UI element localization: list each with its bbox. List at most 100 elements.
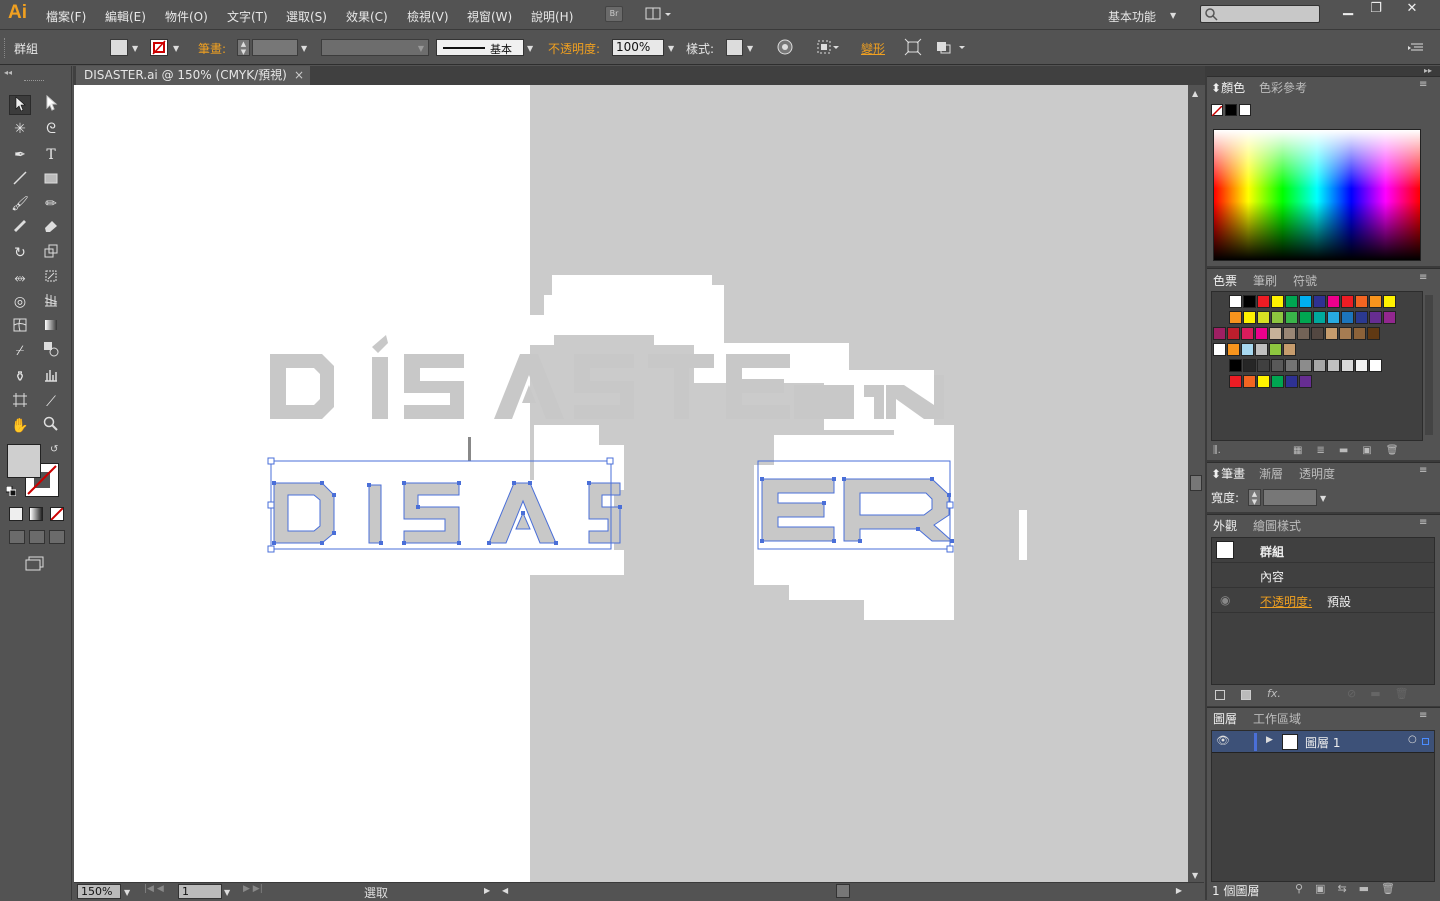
document-tab[interactable]: DISASTER.ai @ 150% (CMYK/預視) ×	[76, 66, 310, 85]
color-swatch[interactable]	[1355, 295, 1368, 308]
type-tool[interactable]: T	[40, 145, 62, 165]
layer-target-icon[interactable]: ○	[1408, 734, 1417, 745]
color-swatch[interactable]	[1243, 295, 1256, 308]
visibility-eye-icon[interactable]: ◉	[1220, 593, 1230, 607]
color-panel-menu-icon[interactable]: ≡	[1419, 79, 1427, 90]
workspace-switcher[interactable]: 基本功能	[1108, 8, 1156, 25]
style-dropdown-icon[interactable]: ▼	[747, 44, 753, 53]
screen-mode-button[interactable]	[24, 556, 46, 572]
layer-expand-icon[interactable]: ▶	[1266, 735, 1273, 745]
color-mode-button[interactable]	[9, 507, 23, 521]
line-segment-tool[interactable]	[9, 170, 31, 190]
menu-object[interactable]: 物件(O)	[165, 8, 208, 25]
profile-dropdown-icon[interactable]: ▼	[418, 44, 424, 53]
color-swatch[interactable]	[1229, 295, 1242, 308]
appearance-menu-icon[interactable]: ≡	[1419, 517, 1427, 528]
color-swatch[interactable]	[1271, 359, 1284, 372]
dock-collapse-icon[interactable]: ▸▸	[1424, 66, 1432, 75]
color-swatch[interactable]	[1243, 375, 1256, 388]
zoom-tool[interactable]	[40, 416, 62, 436]
color-swatch[interactable]	[1369, 295, 1382, 308]
color-swatch[interactable]	[1283, 343, 1296, 356]
color-swatch[interactable]	[1369, 359, 1382, 372]
hand-tool[interactable]: ✋	[9, 416, 31, 436]
width-tool[interactable]: ⥈	[9, 268, 31, 288]
arrange-documents-button[interactable]	[645, 6, 673, 22]
artboard-number-input[interactable]: 1	[178, 884, 222, 899]
appearance-group-row[interactable]: 群組	[1212, 538, 1434, 563]
color-swatch[interactable]	[1327, 311, 1340, 324]
color-swatch[interactable]	[1369, 311, 1382, 324]
tab-transparency[interactable]: 透明度	[1299, 465, 1335, 482]
stroke-width-dropdown-icon[interactable]: ▼	[1320, 494, 1326, 503]
bridge-button[interactable]: Br	[605, 6, 623, 22]
tab-brushes[interactable]: 筆刷	[1253, 272, 1277, 289]
color-swatch[interactable]	[1271, 311, 1284, 324]
color-swatch[interactable]	[1257, 375, 1270, 388]
scroll-up-icon[interactable]: ▲	[1192, 89, 1198, 98]
tab-color[interactable]: ⬍顏色	[1211, 79, 1245, 96]
swatch-libraries-icon[interactable]: ⫼.	[1213, 445, 1221, 456]
color-swatch[interactable]	[1213, 343, 1226, 356]
color-swatch[interactable]	[1285, 295, 1298, 308]
perspective-grid-tool[interactable]	[40, 292, 62, 312]
white-swatch[interactable]	[1239, 104, 1251, 116]
menu-type[interactable]: 文字(T)	[227, 8, 268, 25]
swap-colors-icon[interactable]: ↺	[50, 444, 58, 455]
stroke-weight-stepper[interactable]: ▲ ▼	[237, 39, 250, 56]
color-spectrum[interactable]	[1213, 129, 1421, 261]
draw-normal-button[interactable]	[9, 530, 25, 544]
status-menu-icon[interactable]: ▶	[484, 886, 490, 895]
add-effect-button[interactable]: fx.	[1267, 687, 1281, 700]
arrange-button[interactable]	[934, 38, 968, 56]
column-graph-tool[interactable]	[40, 367, 62, 387]
tools-collapse-icon[interactable]: ◂◂	[4, 68, 12, 77]
gradient-mode-button[interactable]	[29, 507, 43, 521]
tab-gradient[interactable]: 漸層	[1259, 465, 1283, 482]
color-swatch[interactable]	[1229, 359, 1242, 372]
tab-swatches[interactable]: 色票	[1213, 272, 1237, 289]
color-swatch[interactable]	[1255, 327, 1268, 340]
free-transform-tool[interactable]	[40, 268, 62, 288]
stroke-width-input[interactable]	[1263, 489, 1317, 506]
color-swatch[interactable]	[1271, 375, 1284, 388]
color-swatch[interactable]	[1283, 327, 1296, 340]
close-window-button[interactable]: ✕	[1398, 0, 1426, 18]
color-swatch[interactable]	[1311, 327, 1324, 340]
opacity-dropdown-icon[interactable]: ▼	[668, 44, 674, 53]
menu-select[interactable]: 選取(S)	[286, 8, 327, 25]
selection-tool[interactable]	[9, 95, 31, 115]
stroke-dropdown-icon[interactable]: ▼	[173, 44, 179, 53]
workspace-dropdown-icon[interactable]: ▼	[1170, 11, 1176, 20]
add-fill-icon[interactable]	[1241, 690, 1251, 700]
tab-color-guide[interactable]: 色彩參考	[1259, 79, 1307, 96]
close-document-button[interactable]: ×	[294, 66, 304, 85]
color-swatch[interactable]	[1285, 311, 1298, 324]
tab-artboards[interactable]: 工作區域	[1253, 710, 1301, 727]
rotate-tool[interactable]: ↻	[9, 243, 31, 263]
lasso-tool[interactable]: ᘓ	[40, 119, 62, 139]
mesh-tool[interactable]	[9, 317, 31, 337]
slice-tool[interactable]: ⟋	[40, 392, 62, 412]
color-swatch[interactable]	[1241, 343, 1254, 356]
tab-graphic-styles[interactable]: 繪圖樣式	[1253, 517, 1301, 534]
blob-brush-tool[interactable]	[9, 218, 31, 238]
artboard-canvas[interactable]	[74, 85, 1188, 882]
stroke-weight-input[interactable]	[252, 39, 298, 56]
horizontal-scroll-thumb[interactable]	[836, 884, 850, 898]
artboard-dropdown-icon[interactable]: ▼	[224, 888, 230, 897]
restore-button[interactable]: ❐	[1362, 0, 1390, 18]
appearance-contents-row[interactable]: 內容	[1212, 564, 1434, 588]
opacity-input[interactable]: 100%	[612, 39, 664, 56]
color-swatch[interactable]	[1341, 295, 1354, 308]
menu-edit[interactable]: 編輯(E)	[105, 8, 146, 25]
first-artboard-icon[interactable]: |◀ ◀	[144, 884, 164, 894]
draw-inside-button[interactable]	[49, 530, 65, 544]
color-swatch[interactable]	[1269, 327, 1282, 340]
layer-name[interactable]: 圖層 1	[1305, 734, 1340, 751]
eraser-tool[interactable]	[40, 218, 62, 238]
color-swatch[interactable]	[1383, 311, 1396, 324]
brush-definition[interactable]: 基本	[436, 39, 524, 56]
layer-visibility-icon[interactable]: 👁	[1216, 734, 1230, 747]
zoom-input[interactable]: 150%	[77, 884, 121, 899]
